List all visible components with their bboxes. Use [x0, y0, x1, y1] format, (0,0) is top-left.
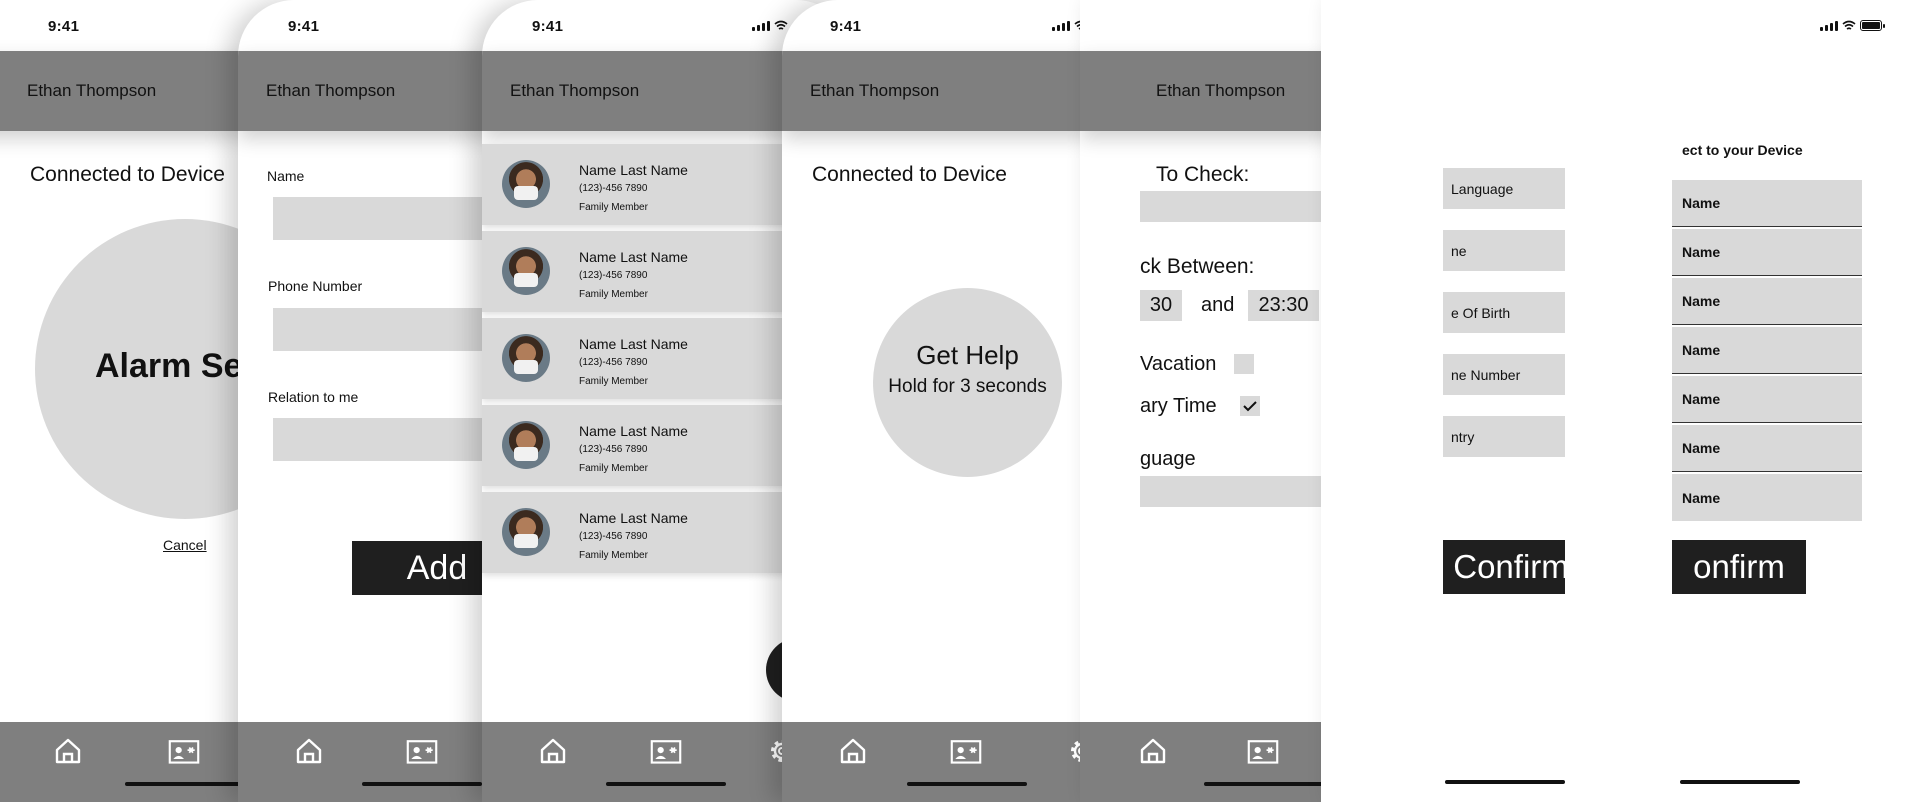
status-time: 9:41	[532, 18, 564, 35]
contact-name: Name Last Name	[579, 510, 688, 526]
contact-phone: (123)-456 7890	[579, 531, 648, 542]
status-time: 9:41	[830, 18, 862, 35]
home-indicator	[606, 782, 726, 786]
contact-phone: (123)-456 7890	[579, 183, 648, 194]
checkmark-icon	[1243, 401, 1257, 412]
contact-phone: (123)-456 7890	[579, 444, 648, 455]
contact-card[interactable]: Name Last Name (123)-456 7890 Family Mem…	[482, 405, 822, 486]
contact-phone: (123)-456 7890	[579, 270, 648, 281]
device-list-title: ect to your Device	[1682, 142, 1803, 158]
and-label: and	[1201, 294, 1235, 316]
time-to-field[interactable]: 23:30	[1248, 290, 1319, 321]
get-help-button[interactable]: Get Help Hold for 3 seconds	[873, 288, 1062, 477]
home-indicator	[1680, 780, 1800, 784]
language-label: guage	[1140, 448, 1196, 470]
custom-time-label: ary Time	[1140, 395, 1217, 417]
avatar	[502, 508, 550, 556]
device-row[interactable]: Name	[1672, 425, 1862, 472]
contact-card[interactable]: Name Last Name (123)-456 7890 Family Mem…	[482, 231, 822, 312]
device-row[interactable]: Name	[1672, 376, 1862, 423]
contact-phone: (123)-456 7890	[579, 357, 648, 368]
contacts-card-icon[interactable]	[402, 734, 442, 768]
status-icons	[1820, 20, 1885, 31]
vacation-checkbox[interactable]	[1234, 354, 1254, 374]
home-icon[interactable]	[536, 734, 570, 768]
check-between-label: ck Between:	[1140, 255, 1255, 278]
status-icons	[752, 20, 788, 31]
confirm-button[interactable]: Confirm	[1443, 540, 1579, 594]
device-row[interactable]: Name	[1672, 474, 1862, 521]
relation-label: Relation to me	[268, 389, 359, 405]
contact-relation: Family Member	[579, 550, 648, 561]
home-indicator	[125, 782, 245, 786]
contacts-card-icon[interactable]	[646, 734, 686, 768]
user-name: Ethan Thompson	[1156, 81, 1286, 100]
contact-name: Name Last Name	[579, 423, 688, 439]
user-name: Ethan Thompson	[510, 81, 640, 100]
home-indicator	[907, 782, 1027, 786]
contact-name: Name Last Name	[579, 162, 688, 178]
contact-relation: Family Member	[579, 463, 648, 474]
confirm-button[interactable]: onfirm	[1672, 540, 1806, 594]
wifi-icon	[774, 20, 788, 30]
device-row[interactable]: Name	[1672, 180, 1862, 227]
signal-icon	[1820, 21, 1838, 31]
phone-label: Phone Number	[268, 278, 363, 294]
phone-screen-device-select: ect to your Device Name Name Name Name N…	[1565, 0, 1920, 802]
home-indicator	[362, 782, 482, 786]
avatar	[502, 160, 550, 208]
help-title: Get Help	[916, 340, 1019, 370]
avatar	[502, 334, 550, 382]
contact-relation: Family Member	[579, 202, 648, 213]
time-from-field[interactable]: 30	[1140, 290, 1182, 321]
device-row[interactable]: Name	[1672, 327, 1862, 374]
home-icon[interactable]	[836, 734, 870, 768]
wifi-icon	[1842, 20, 1856, 30]
signal-icon	[1052, 21, 1070, 31]
avatar	[502, 421, 550, 469]
contact-card[interactable]: Name Last Name (123)-456 7890 Family Mem…	[482, 144, 822, 225]
user-name: Ethan Thompson	[810, 81, 940, 100]
contact-name: Name Last Name	[579, 336, 688, 352]
help-subtitle: Hold for 3 seconds	[888, 376, 1047, 397]
contact-card[interactable]: Name Last Name (123)-456 7890 Family Mem…	[482, 318, 822, 399]
contacts-card-icon[interactable]	[1243, 734, 1283, 768]
contacts-card-icon[interactable]	[946, 734, 986, 768]
contact-card[interactable]: Name Last Name (123)-456 7890 Family Mem…	[482, 492, 822, 573]
status-time: 9:41	[48, 18, 80, 35]
avatar	[502, 247, 550, 295]
home-icon[interactable]	[292, 734, 326, 768]
home-icon[interactable]	[1136, 734, 1170, 768]
user-name: Ethan Thompson	[266, 81, 396, 100]
vacation-label: Vacation	[1140, 353, 1217, 375]
connected-status: Connected to Device	[30, 163, 225, 186]
country-label: ntry	[1451, 428, 1475, 445]
device-row[interactable]: Name	[1672, 278, 1862, 325]
contact-name: Name Last Name	[579, 249, 688, 265]
device-row[interactable]: Name	[1672, 229, 1862, 276]
contacts-card-icon[interactable]	[164, 734, 204, 768]
contact-relation: Family Member	[579, 376, 648, 387]
user-name: Ethan Thompson	[27, 81, 157, 100]
signal-icon	[752, 21, 770, 31]
home-indicator	[1445, 780, 1565, 784]
battery-icon	[1860, 20, 1885, 31]
alarm-text: Alarm Se	[95, 347, 243, 385]
cancel-link[interactable]: Cancel	[163, 537, 207, 553]
status-time: 9:41	[288, 18, 320, 35]
connected-status: Connected to Device	[812, 163, 1007, 186]
name-label: Name	[267, 168, 305, 184]
time-to-check-label: To Check:	[1156, 163, 1250, 186]
custom-time-checkbox[interactable]	[1240, 396, 1260, 416]
contact-relation: Family Member	[579, 289, 648, 300]
home-indicator	[1204, 782, 1324, 786]
home-icon[interactable]	[51, 734, 85, 768]
